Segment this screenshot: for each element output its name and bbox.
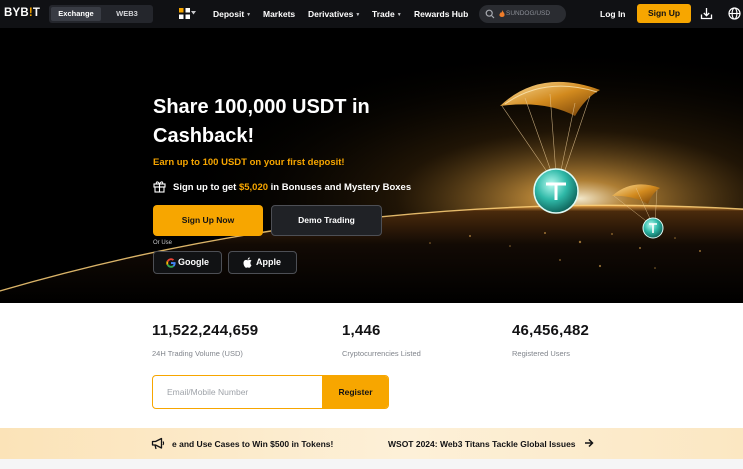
registered-users-label: Registered Users bbox=[512, 349, 570, 358]
download-icon[interactable] bbox=[700, 7, 713, 20]
search-placeholder: SUNDOG/USD bbox=[506, 10, 551, 17]
or-use-label: Or Use bbox=[153, 240, 173, 246]
nav-rewards-hub[interactable]: Rewards Hub bbox=[414, 9, 468, 19]
announcement-link[interactable]: WSOT 2024: Web3 Titans Tackle Global Iss… bbox=[388, 439, 578, 449]
megaphone-icon bbox=[151, 437, 165, 450]
register-button[interactable]: Register bbox=[322, 376, 388, 408]
bonus-prefix: Sign up to get bbox=[173, 182, 239, 193]
trading-volume-label: 24H Trading Volume (USD) bbox=[152, 349, 243, 358]
demo-trading-button[interactable]: Demo Trading bbox=[271, 205, 382, 236]
nav-deposit-label: Deposit bbox=[213, 9, 245, 19]
apple-signin-button[interactable]: Apple bbox=[228, 251, 297, 274]
register-form: Register bbox=[152, 375, 389, 409]
registered-users-value: 46,456,482 bbox=[512, 322, 590, 339]
signup-button[interactable]: Sign Up bbox=[637, 4, 691, 23]
top-navbar: BYB!T Exchange WEB3 Deposit ▼ Markets Der… bbox=[0, 0, 743, 28]
chevron-down-icon bbox=[191, 11, 196, 15]
hero-subtitle: Earn up to 100 USDT on your first deposi… bbox=[153, 157, 345, 168]
page-section-divider bbox=[0, 459, 743, 469]
bonus-text: Sign up to get $5,020 in Bonuses and Mys… bbox=[173, 182, 411, 193]
google-signin-button[interactable]: Google bbox=[153, 251, 222, 274]
exchange-web3-switch: Exchange WEB3 bbox=[49, 5, 153, 23]
hero-illustration bbox=[0, 28, 743, 303]
nav-rewards-hub-label: Rewards Hub bbox=[414, 9, 469, 19]
hero-banner: Share 100,000 USDT in Cashback! Earn up … bbox=[0, 28, 743, 303]
apple-icon bbox=[243, 257, 252, 268]
nav-derivatives[interactable]: Derivatives ▼ bbox=[308, 9, 360, 19]
trading-volume-value: 11,522,244,659 bbox=[152, 322, 259, 339]
nav-trade-label: Trade bbox=[372, 9, 395, 19]
flame-icon bbox=[499, 10, 505, 17]
cryptocurrencies-value: 1,446 bbox=[342, 322, 381, 339]
logo-text: BYB bbox=[4, 7, 29, 19]
arrow-right-icon[interactable] bbox=[584, 438, 594, 448]
google-label: Google bbox=[178, 257, 209, 267]
logo-text-end: T bbox=[32, 7, 41, 19]
announcement-link[interactable]: e and Use Cases to Win $500 in Tokens! bbox=[172, 439, 333, 449]
bonus-suffix: in Bonuses and Mystery Boxes bbox=[268, 182, 412, 193]
google-icon bbox=[166, 258, 176, 268]
chevron-down-icon: ▼ bbox=[246, 12, 252, 18]
signup-now-button[interactable]: Sign Up Now bbox=[153, 205, 263, 236]
announcement-bar: e and Use Cases to Win $500 in Tokens! W… bbox=[0, 428, 743, 459]
bonus-amount: $5,020 bbox=[238, 182, 269, 193]
chevron-down-icon: ▼ bbox=[396, 12, 402, 18]
web3-tab[interactable]: WEB3 bbox=[103, 7, 151, 21]
chevron-down-icon: ▼ bbox=[355, 12, 361, 18]
grid-icon[interactable] bbox=[179, 8, 190, 19]
gift-icon bbox=[153, 181, 166, 193]
login-link[interactable]: Log In bbox=[600, 9, 626, 19]
email-mobile-input[interactable] bbox=[153, 376, 322, 408]
nav-deposit[interactable]: Deposit ▼ bbox=[213, 9, 251, 19]
nav-trade[interactable]: Trade ▼ bbox=[372, 9, 402, 19]
apple-label: Apple bbox=[256, 257, 282, 267]
cryptocurrencies-label: Cryptocurrencies Listed bbox=[342, 349, 421, 358]
exchange-tab[interactable]: Exchange bbox=[51, 7, 101, 21]
globe-icon[interactable] bbox=[728, 7, 741, 20]
search-icon bbox=[485, 9, 495, 19]
bybit-logo[interactable]: BYB!T bbox=[4, 7, 40, 19]
nav-derivatives-label: Derivatives bbox=[308, 9, 354, 19]
search-box[interactable]: SUNDOG/USD bbox=[479, 5, 566, 23]
nav-markets-label: Markets bbox=[263, 9, 296, 19]
nav-markets[interactable]: Markets bbox=[263, 9, 295, 19]
hero-title: Share 100,000 USDT in Cashback! bbox=[153, 96, 370, 147]
